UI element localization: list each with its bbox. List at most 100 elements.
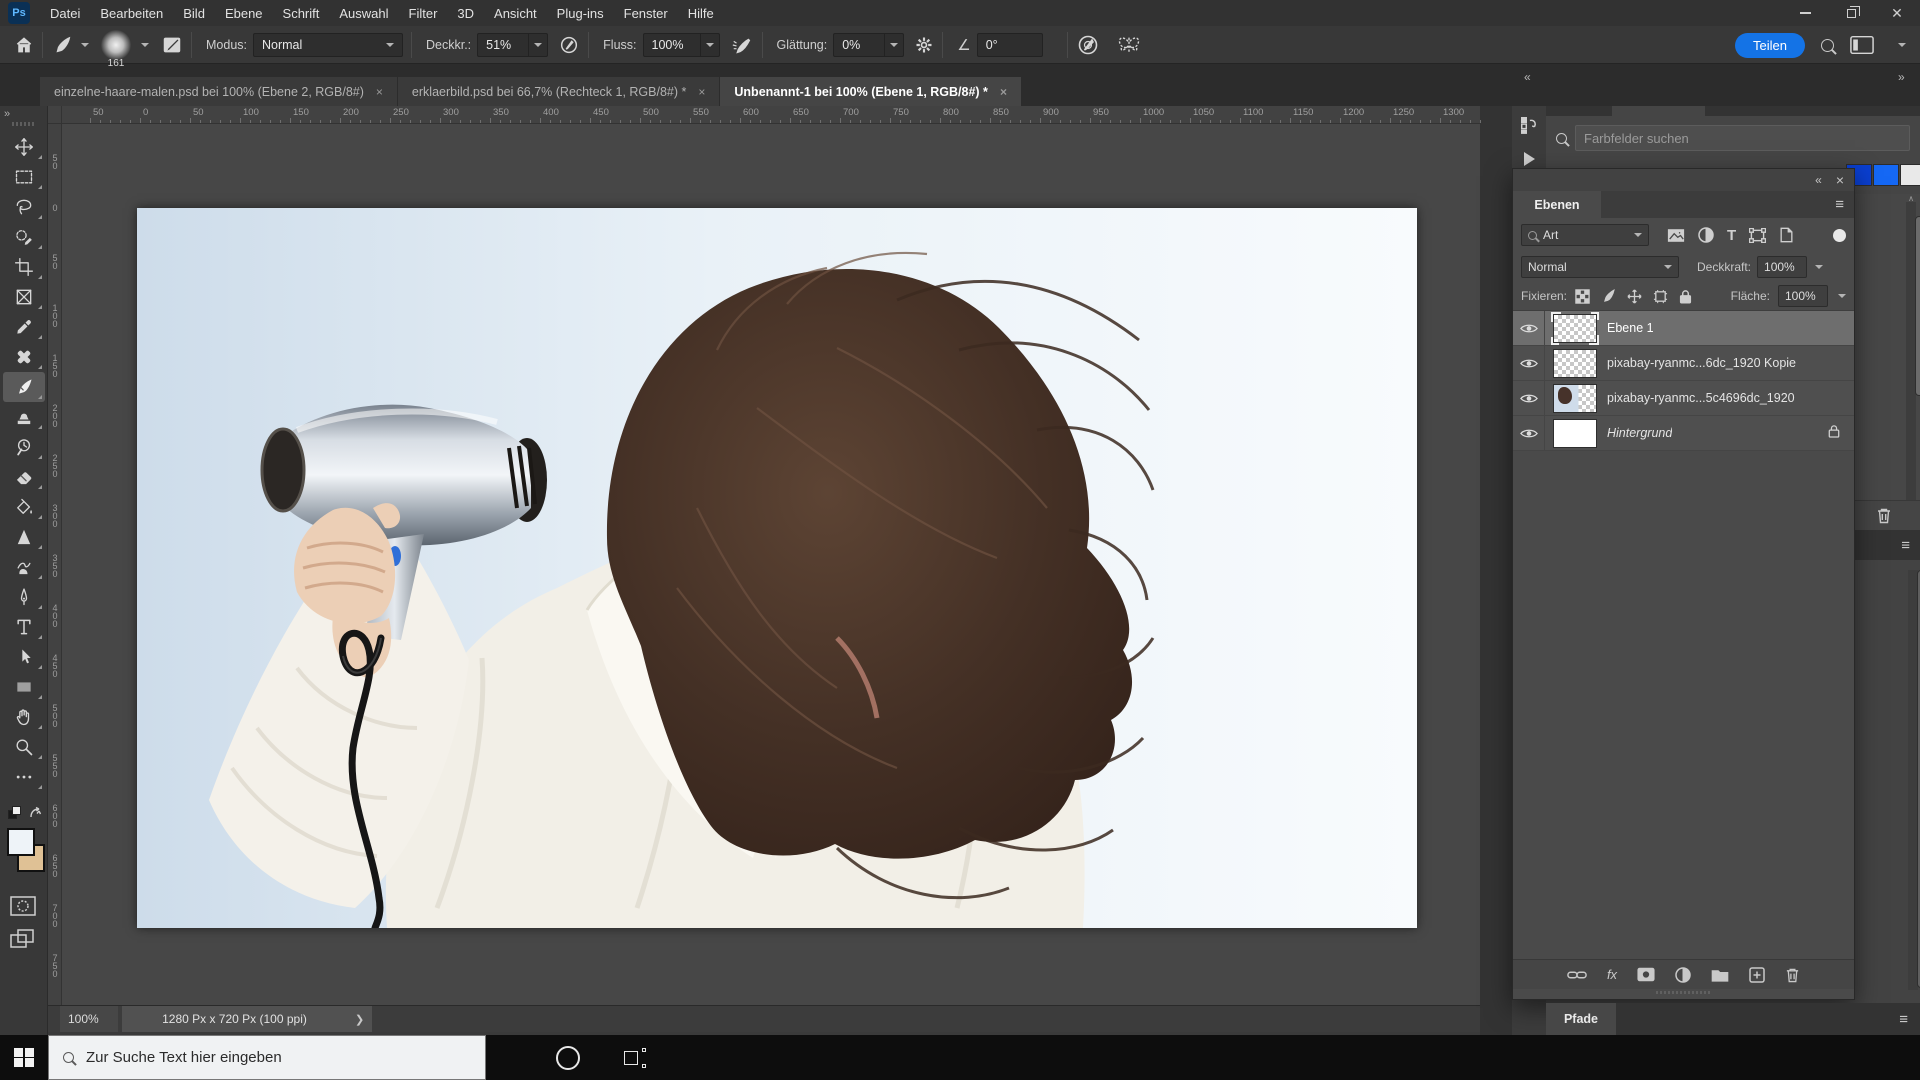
sharpen-tool[interactable] [3,522,45,552]
menu-filter[interactable]: Filter [399,2,448,25]
search-icon[interactable] [1821,39,1834,52]
color-swatch[interactable] [1900,164,1920,186]
layers-collapse-icon[interactable]: « [1815,173,1822,187]
tab-close-icon[interactable]: × [698,85,705,99]
pen-tool[interactable] [3,582,45,612]
menu-ebene[interactable]: Ebene [215,2,273,25]
cortana-icon[interactable] [556,1046,580,1070]
lasso-tool[interactable] [3,192,45,222]
pressure-opacity-icon[interactable] [558,34,580,56]
menu-hilfe[interactable]: Hilfe [678,2,724,25]
dock-collapse-left[interactable]: « [1524,70,1530,84]
blend-mode-select[interactable]: Normal [253,33,403,57]
opacity-chevron[interactable] [529,33,548,57]
airbrush-icon[interactable] [730,34,754,56]
layers-menu-icon[interactable]: ≡ [1835,196,1844,213]
brush-tool[interactable] [3,372,45,402]
swatch-search-input[interactable] [1575,125,1910,151]
lock-position-icon[interactable] [1627,289,1642,304]
add-mask-icon[interactable] [1637,967,1655,982]
layer-thumbnail[interactable] [1553,314,1597,343]
foreground-color-chip[interactable] [7,828,35,856]
eraser-tool[interactable] [3,462,45,492]
menu-fenster[interactable]: Fenster [614,2,678,25]
menu-auswahl[interactable]: Auswahl [329,2,398,25]
toggle-brush-panel-icon[interactable] [161,34,183,56]
tab-ebenen[interactable]: Ebenen [1513,191,1601,218]
close-button[interactable]: ✕ [1874,0,1920,26]
layer-filter-toggle[interactable] [1833,229,1846,242]
link-layers-icon[interactable] [1567,969,1587,981]
shape-tool[interactable] [3,672,45,702]
brush-size-chevron[interactable] [141,43,149,47]
layer-filter-select[interactable]: Art [1521,224,1649,246]
layer-row-2[interactable]: pixabay-ryanmc...6dc_1920 Kopie [1513,346,1854,381]
menu-ansicht[interactable]: Ansicht [484,2,547,25]
status-chevron[interactable]: ❯ [347,1006,372,1032]
tab-close-icon[interactable]: × [1000,85,1007,99]
share-button[interactable]: Teilen [1735,33,1805,58]
layer-style-icon[interactable]: fx [1607,967,1617,982]
task-view-icon[interactable] [624,1048,646,1068]
flow-field[interactable]: 100% [643,33,701,57]
brush-preset-icon[interactable] [51,34,73,56]
healing-brush-tool[interactable] [3,342,45,372]
layer-row-3[interactable]: pixabay-ryanmc...5c4696dc_1920 [1513,381,1854,416]
layer-blend-select[interactable]: Normal [1521,256,1679,278]
minimize-button[interactable] [1782,0,1828,26]
status-zoom-field[interactable]: 100% [60,1006,118,1032]
eyedropper-tool[interactable] [3,312,45,342]
layer-fill-chevron[interactable] [1838,294,1846,298]
delete-layer-icon[interactable] [1785,967,1800,983]
new-group-icon[interactable] [1711,968,1729,982]
workspace-chevron[interactable] [1898,43,1906,47]
canvas[interactable] [137,208,1417,928]
layer-thumbnail[interactable] [1553,349,1597,378]
color-chips[interactable] [7,828,47,874]
history-panel-icon[interactable] [1512,108,1546,142]
symmetry-butterfly-icon[interactable] [1116,34,1142,56]
layer-visibility-eye-icon[interactable] [1513,311,1545,345]
brush-preset-chevron[interactable] [81,43,89,47]
lock-pixels-icon[interactable] [1601,289,1616,304]
layers-close-icon[interactable]: × [1836,172,1844,188]
menu-3d[interactable]: 3D [447,2,484,25]
document-tab-1[interactable]: einzelne-haare-malen.psd bei 100% (Ebene… [40,77,397,106]
filter-type-layers-icon[interactable]: T [1727,227,1736,244]
frame-tool[interactable] [3,282,45,312]
menu-schrift[interactable]: Schrift [273,2,330,25]
swatch-scrollbar[interactable]: ∧ ∨ [1906,202,1916,502]
taskbar-search[interactable] [48,1035,486,1080]
dock-collapse-right[interactable]: » [1898,70,1904,84]
tab-pfade[interactable]: Pfade [1546,1003,1616,1035]
hand-tool[interactable] [3,702,45,732]
layer-thumbnail[interactable] [1553,419,1597,448]
flow-chevron[interactable] [701,33,720,57]
taskbar-search-input[interactable] [86,1049,446,1066]
brush-preview[interactable]: 161 [101,30,131,60]
edit-toolbar[interactable] [3,762,45,792]
filter-shape-layers-icon[interactable] [1749,227,1766,244]
marquee-tool[interactable] [3,162,45,192]
document-tab-2[interactable]: erklaerbild.psd bei 66,7% (Rechteck 1, R… [398,77,719,106]
filter-smart-objects-icon[interactable] [1779,227,1794,244]
quick-mask-icon[interactable] [10,896,36,916]
layer-opacity-field[interactable]: 100% [1757,256,1807,278]
scrollbar-thumb[interactable] [1915,216,1920,396]
screen-mode-icon[interactable] [10,928,36,950]
angle-field[interactable]: 0° [977,33,1043,57]
layer-visibility-eye-icon[interactable] [1513,381,1545,415]
smoothing-field[interactable]: 0% [833,33,885,57]
lower-panel-menu-icon[interactable]: ≡ [1901,537,1910,554]
layer-thumbnail[interactable] [1553,384,1597,413]
scroll-up-icon[interactable]: ∧ [1906,194,1916,203]
layer-opacity-chevron[interactable] [1815,265,1823,269]
filter-pixel-layers-icon[interactable] [1667,227,1685,244]
move-tool[interactable] [3,132,45,162]
lock-transparency-icon[interactable] [1575,289,1590,304]
object-selection-tool[interactable] [3,222,45,252]
pressure-size-icon[interactable] [1076,33,1100,57]
start-button[interactable] [0,1035,48,1080]
default-colors-widget[interactable] [6,806,42,822]
layer-visibility-eye-icon[interactable] [1513,416,1545,450]
